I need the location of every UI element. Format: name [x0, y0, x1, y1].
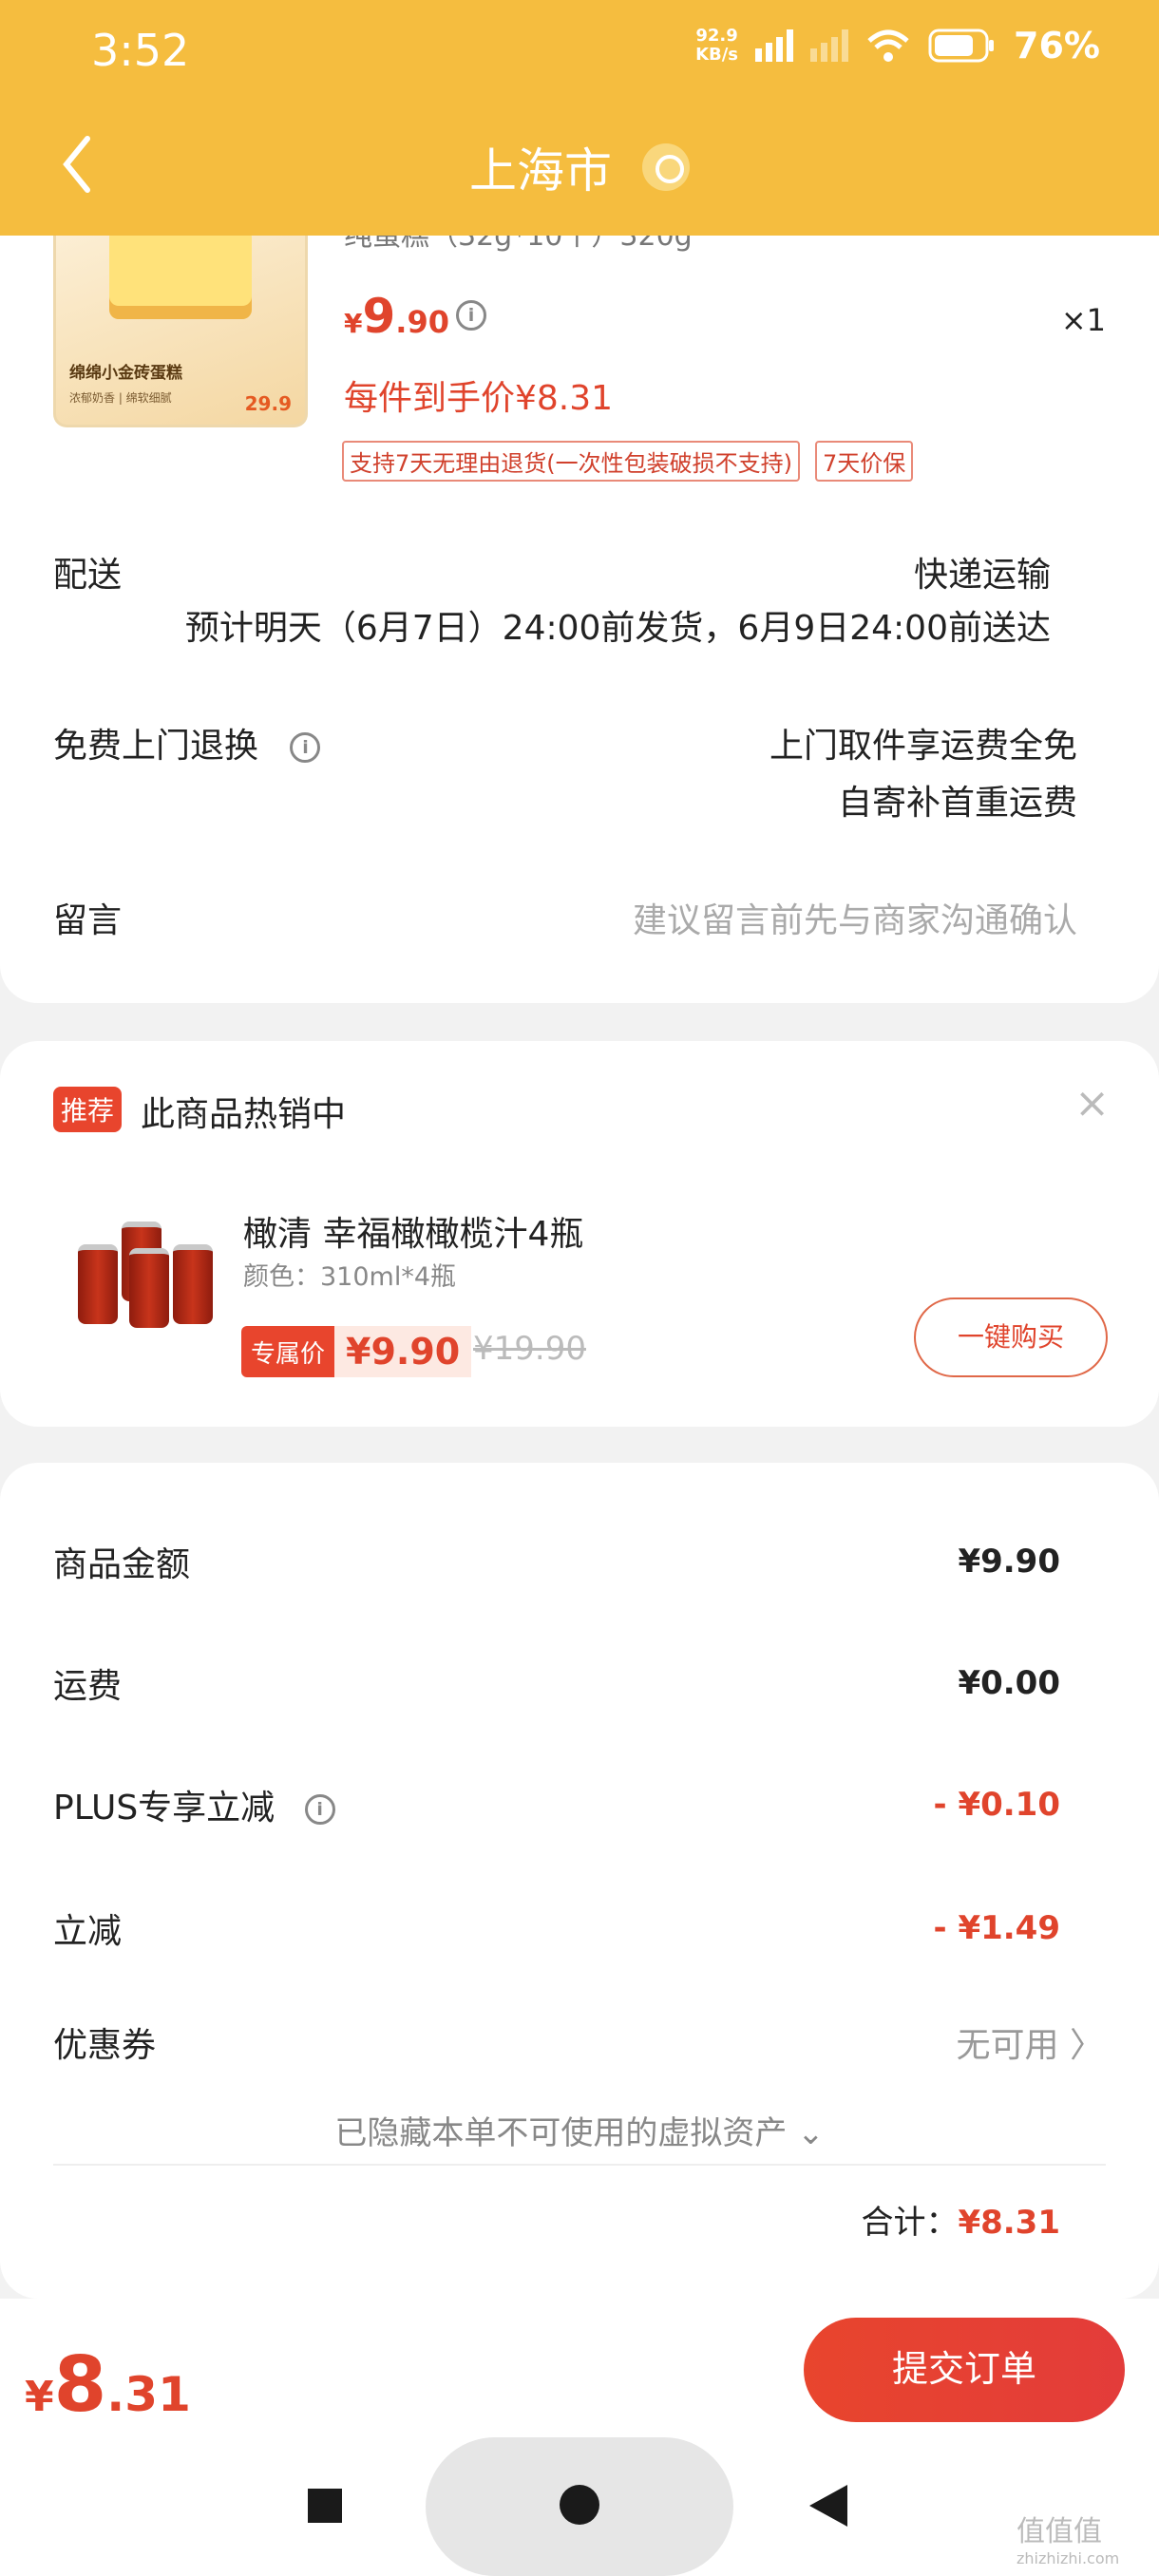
return-policy-tag: 支持7天无理由退货(一次性包装破损不支持)	[342, 441, 800, 482]
cake-graphic	[109, 228, 252, 319]
thumbnail-subcaption: 浓郁奶香 | 绵软细腻	[69, 391, 172, 405]
instant-discount-value: - ¥1.49	[933, 1909, 1061, 1947]
goods-amount-label: 商品金额	[53, 1545, 191, 1584]
signal-2-icon	[810, 29, 849, 62]
back-triangle-icon[interactable]	[809, 2485, 847, 2527]
price-protect-tag: 7天价保	[815, 441, 914, 482]
free-return-label: 免费上门退换 i	[53, 718, 321, 767]
order-total: 合计：¥8.31	[861, 2196, 1060, 2243]
pay-integer: 8	[53, 2340, 107, 2429]
recommend-badge: 推荐	[53, 1087, 123, 1132]
message-label: 留言	[53, 901, 123, 940]
quantity: ×1	[1060, 302, 1106, 338]
recommend-product-color: 颜色：310ml*4瓶	[243, 1262, 457, 1292]
price-info-icon[interactable]: i	[456, 300, 486, 331]
top-header: 3:52 92.9 KB/s 76% 上海市	[0, 0, 1159, 236]
plus-discount-label: PLUS专享立减 i	[53, 1780, 335, 1829]
net-speed-value: 92.9	[695, 26, 738, 46]
final-unit-price: 每件到手价¥8.31	[344, 379, 614, 418]
watermark: 值值值 zhizhizhi.com	[1016, 2508, 1119, 2567]
price-currency: ¥	[344, 308, 363, 339]
wifi-icon	[867, 29, 909, 62]
watermark-main: 值值值	[1016, 2515, 1102, 2548]
price-decimal: .90	[395, 304, 449, 340]
battery-icon	[928, 28, 995, 63]
submit-order-button[interactable]: 提交订单	[804, 2318, 1125, 2422]
recommend-product-image[interactable]	[74, 1220, 217, 1330]
thumbnail-caption: 绵绵小金砖蛋糕	[69, 364, 182, 383]
total-value: ¥8.31	[958, 2204, 1060, 2242]
exclusive-price-tag: 专属价	[241, 1326, 335, 1377]
coupon-label: 优惠券	[53, 2026, 157, 2065]
net-speed: 92.9 KB/s	[695, 27, 738, 65]
delivery-estimate: 预计明天（6月7日）24:00前发货，6月9日24:00前送达	[184, 609, 1051, 648]
thumbnail-price: 29.9	[244, 392, 292, 415]
recent-apps-icon[interactable]	[308, 2489, 342, 2523]
order-item-card: 绵绵小金砖蛋糕 浓郁奶香 | 绵软细腻 29.9 纯蛋糕（32g*10个）320…	[0, 190, 1159, 1003]
plus-discount-text: PLUS专享立减	[53, 1789, 276, 1828]
recommend-product-name[interactable]: 橄清 幸福橄橄榄汁4瓶	[243, 1206, 583, 1256]
status-time: 3:52	[91, 25, 190, 76]
exclusive-price-value: ¥9.90	[334, 1326, 472, 1377]
free-return-line1: 上门取件享运费全免	[769, 727, 1077, 766]
one-click-buy-button[interactable]: 一键购买	[914, 1297, 1108, 1377]
pay-currency: ¥	[25, 2373, 54, 2421]
price-integer: 9	[362, 289, 396, 344]
page-title[interactable]: 上海市	[0, 133, 1159, 201]
product-price: ¥9.90	[344, 289, 449, 344]
hidden-assets-toggle[interactable]: 已隐藏本单不可使用的虚拟资产 ⌄	[0, 2107, 1159, 2153]
net-speed-unit: KB/s	[695, 45, 739, 65]
instant-discount-label: 立减	[53, 1912, 123, 1951]
coupon-value[interactable]: 无可用 〉	[957, 2017, 1104, 2067]
city-label: 上海市	[469, 143, 613, 199]
total-label: 合计：	[861, 2204, 959, 2242]
price-summary-card	[0, 1463, 1159, 2299]
delivery-label: 配送	[53, 556, 123, 595]
location-pin-icon[interactable]	[641, 143, 690, 191]
divider	[53, 2164, 1106, 2166]
exclusive-price: 专属价 ¥9.90	[241, 1326, 472, 1377]
service-tags: 支持7天无理由退货(一次性包装破损不支持) 7天价保	[342, 441, 914, 482]
pay-decimal: .31	[106, 2367, 191, 2422]
free-return-line2: 自寄补首重运费	[837, 784, 1077, 823]
close-icon[interactable]: ×	[1074, 1079, 1110, 1127]
plus-info-icon[interactable]: i	[304, 1794, 335, 1825]
free-return-text: 免费上门退换	[53, 727, 259, 766]
goods-amount-value: ¥9.90	[958, 1543, 1060, 1581]
return-info-icon[interactable]: i	[290, 732, 321, 763]
battery-percent: 76%	[1014, 25, 1100, 66]
home-icon[interactable]	[560, 2485, 599, 2525]
delivery-method[interactable]: 快递运输	[914, 547, 1051, 597]
plus-discount-value: - ¥0.10	[933, 1786, 1061, 1824]
original-price: ¥19.90	[473, 1330, 586, 1368]
watermark-sub: zhizhizhi.com	[1016, 2549, 1120, 2567]
signal-icon	[755, 29, 794, 62]
shipping-value: ¥0.00	[958, 1664, 1060, 1702]
pay-amount: ¥8.31	[25, 2340, 191, 2429]
shipping-label: 运费	[53, 1667, 123, 1706]
message-input[interactable]: 建议留言前先与商家沟通确认	[633, 893, 1077, 942]
status-icons: 92.9 KB/s 76%	[695, 25, 1100, 66]
recommend-title: 此商品热销中	[141, 1095, 347, 1134]
